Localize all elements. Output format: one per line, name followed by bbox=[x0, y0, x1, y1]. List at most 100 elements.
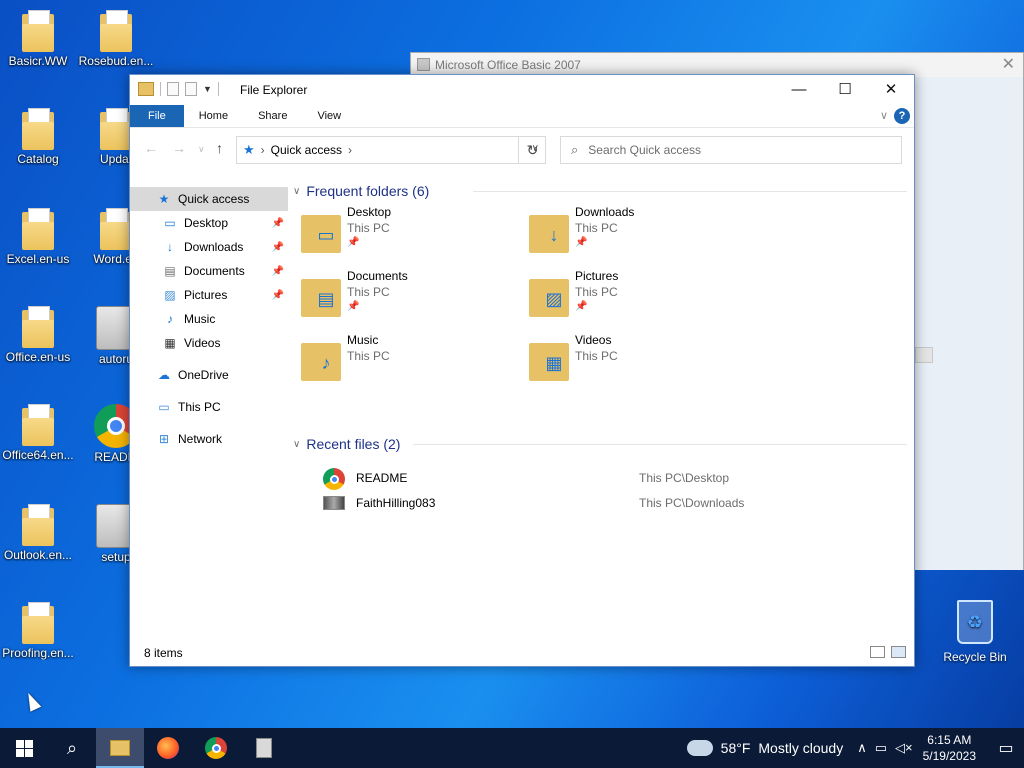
pin-icon[interactable]: 📌 bbox=[272, 290, 284, 301]
image-file-icon bbox=[323, 496, 345, 510]
taskbar: ⌕ 58°F Mostly cloudy ∧ ▭ ◁× 6:15 AM 5/19… bbox=[0, 728, 1024, 768]
tab-home[interactable]: Home bbox=[184, 105, 243, 127]
tab-file[interactable]: File bbox=[130, 105, 184, 127]
large-icons-view-icon[interactable] bbox=[891, 646, 906, 658]
network-icon[interactable]: ▭ bbox=[875, 740, 887, 756]
explorer-titlebar[interactable]: ▼ File Explorer — ☐ ✕ bbox=[130, 75, 914, 105]
folder-name: Videos bbox=[575, 333, 612, 347]
address-bar[interactable]: ★ › Quick access › ∨ bbox=[236, 136, 546, 164]
desktop-icon[interactable]: Office.en-us bbox=[0, 306, 76, 364]
file-explorer-icon bbox=[110, 740, 130, 756]
recycle-bin-desktop-icon[interactable]: ♻ Recycle Bin bbox=[940, 600, 1010, 664]
sidebar-item-quick-access[interactable]: ★ Quick access bbox=[130, 187, 288, 211]
frequent-folder-tile[interactable]: ▨ Pictures This PC 📌 bbox=[521, 267, 741, 325]
collapse-chevron-icon[interactable]: ∨ bbox=[293, 439, 300, 450]
tab-share[interactable]: Share bbox=[243, 105, 302, 127]
frequent-folder-tile[interactable]: ▤ Documents This PC 📌 bbox=[293, 267, 513, 325]
desktop-icon: ▭ bbox=[164, 216, 176, 230]
frequent-folder-tile[interactable]: ▦ Videos This PC bbox=[521, 331, 741, 389]
refresh-button[interactable]: ↻ bbox=[518, 136, 546, 164]
desktop-icon[interactable]: Catalog bbox=[0, 108, 76, 166]
pin-icon[interactable]: 📌 bbox=[272, 242, 284, 253]
recent-files-header[interactable]: ∨ Recent files (2) bbox=[293, 432, 913, 456]
sidebar-item-this-pc[interactable]: ▭ This PC bbox=[130, 395, 288, 419]
sidebar-item-label: Music bbox=[184, 312, 216, 326]
ribbon-tabs: File Home Share View ∨ ? bbox=[130, 105, 914, 128]
weather-widget[interactable]: 58°F Mostly cloudy bbox=[686, 734, 843, 756]
back-arrow-icon[interactable]: ← bbox=[144, 140, 158, 156]
sidebar-item-label: OneDrive bbox=[178, 368, 229, 382]
office-close-button[interactable]: ✕ bbox=[1002, 53, 1015, 77]
desktop-icon[interactable]: Proofing.en... bbox=[0, 602, 76, 660]
quick-access-content: ∨ Frequent folders (6) ▭ Desktop This PC 📌 ↓… bbox=[293, 179, 913, 639]
pin-icon[interactable]: 📌 bbox=[272, 218, 284, 229]
frequent-folders-title: Frequent folders (6) bbox=[306, 183, 430, 199]
desktop-icon[interactable]: Office64.en... bbox=[0, 404, 76, 462]
volume-muted-icon[interactable]: ◁× bbox=[895, 740, 913, 756]
frequent-folder-tile[interactable]: ↓ Downloads This PC 📌 bbox=[521, 203, 741, 261]
desktop-icon[interactable]: Basicr.WW bbox=[0, 10, 76, 68]
desktop-icon-label: Basicr.WW bbox=[8, 54, 68, 68]
recent-file-path: This PC\Downloads bbox=[639, 496, 745, 510]
frequent-folders-header[interactable]: ∨ Frequent folders (6) bbox=[293, 179, 913, 203]
sidebar-item-pictures[interactable]: ▨ Pictures 📌 bbox=[130, 283, 288, 307]
frequent-folder-tile[interactable]: ▭ Desktop This PC 📌 bbox=[293, 203, 513, 261]
folder-location: This PC bbox=[575, 349, 618, 363]
details-view-icon[interactable] bbox=[870, 646, 885, 658]
pin-icon[interactable]: 📌 bbox=[272, 266, 284, 277]
close-button[interactable]: ✕ bbox=[868, 75, 914, 105]
folder-icon bbox=[20, 404, 56, 446]
collapse-chevron-icon[interactable]: ∨ bbox=[293, 186, 300, 197]
breadcrumb-quick-access[interactable]: Quick access bbox=[271, 143, 342, 157]
new-folder-icon[interactable] bbox=[185, 82, 197, 96]
search-icon: ⌕ bbox=[66, 737, 78, 758]
customize-toolbar-chevron-icon[interactable]: ▼ bbox=[203, 84, 212, 94]
sidebar-item-label: Documents bbox=[184, 264, 245, 278]
clock[interactable]: 6:15 AM 5/19/2023 bbox=[923, 732, 976, 764]
file-explorer-window[interactable]: ▼ File Explorer — ☐ ✕ File Home Share Vi… bbox=[129, 74, 915, 667]
minimize-button[interactable]: — bbox=[776, 75, 822, 105]
mouse-cursor-icon bbox=[22, 690, 42, 712]
folder-icon bbox=[20, 504, 56, 546]
taskbar-file-explorer[interactable] bbox=[96, 728, 144, 768]
document-icon: ▤ bbox=[164, 264, 176, 278]
breadcrumb-chevron-icon[interactable]: › bbox=[261, 143, 265, 157]
chrome-icon bbox=[323, 468, 345, 490]
properties-icon[interactable] bbox=[167, 82, 179, 96]
search-taskbar-button[interactable]: ⌕ bbox=[48, 728, 96, 768]
sidebar-item-downloads[interactable]: ↓ Downloads 📌 bbox=[130, 235, 288, 259]
sidebar-item-documents[interactable]: ▤ Documents 📌 bbox=[130, 259, 288, 283]
desktop-icon[interactable]: Excel.en-us bbox=[0, 208, 76, 266]
desktop-icon[interactable]: Outlook.en... bbox=[0, 504, 76, 562]
expand-ribbon-chevron-icon[interactable]: ∨ bbox=[880, 109, 888, 122]
recent-locations-chevron-icon[interactable]: ∨ bbox=[198, 144, 205, 155]
taskbar-setup-app[interactable] bbox=[240, 728, 288, 768]
tab-view[interactable]: View bbox=[302, 105, 356, 127]
videos-folder-icon: ▦ bbox=[529, 339, 571, 381]
recent-file-row[interactable]: FaithHilling083 This PC\Downloads bbox=[293, 491, 913, 516]
sidebar-item-network[interactable]: ⊞ Network bbox=[130, 427, 288, 451]
documents-folder-icon: ▤ bbox=[301, 275, 343, 317]
sidebar-item-onedrive[interactable]: ☁ OneDrive bbox=[130, 363, 288, 387]
folder-location: This PC bbox=[347, 285, 390, 299]
office-panel-button[interactable] bbox=[915, 347, 933, 363]
taskbar-chrome[interactable] bbox=[192, 728, 240, 768]
sidebar-item-desktop[interactable]: ▭ Desktop 📌 bbox=[130, 211, 288, 235]
notifications-icon[interactable]: ▭ bbox=[988, 738, 1024, 758]
sidebar-item-music[interactable]: ♪ Music bbox=[130, 307, 288, 331]
recent-file-row[interactable]: README This PC\Desktop bbox=[293, 466, 913, 491]
search-input[interactable]: ⌕ Search Quick access bbox=[560, 136, 902, 164]
help-icon[interactable]: ? bbox=[894, 108, 910, 124]
maximize-button[interactable]: ☐ bbox=[822, 75, 868, 105]
pin-icon: 📌 bbox=[347, 237, 360, 248]
desktop-icon[interactable]: Rosebud.en... bbox=[78, 10, 154, 68]
folder-location: This PC bbox=[347, 221, 390, 235]
forward-arrow-icon[interactable]: → bbox=[172, 140, 186, 156]
start-button[interactable] bbox=[0, 728, 48, 768]
up-arrow-icon[interactable]: ↑ bbox=[216, 140, 223, 156]
show-hidden-icons-chevron-icon[interactable]: ∧ bbox=[857, 740, 867, 756]
breadcrumb-chevron-icon[interactable]: › bbox=[348, 143, 352, 157]
frequent-folder-tile[interactable]: ♪ Music This PC bbox=[293, 331, 513, 389]
sidebar-item-videos[interactable]: ▦ Videos bbox=[130, 331, 288, 355]
taskbar-firefox[interactable] bbox=[144, 728, 192, 768]
